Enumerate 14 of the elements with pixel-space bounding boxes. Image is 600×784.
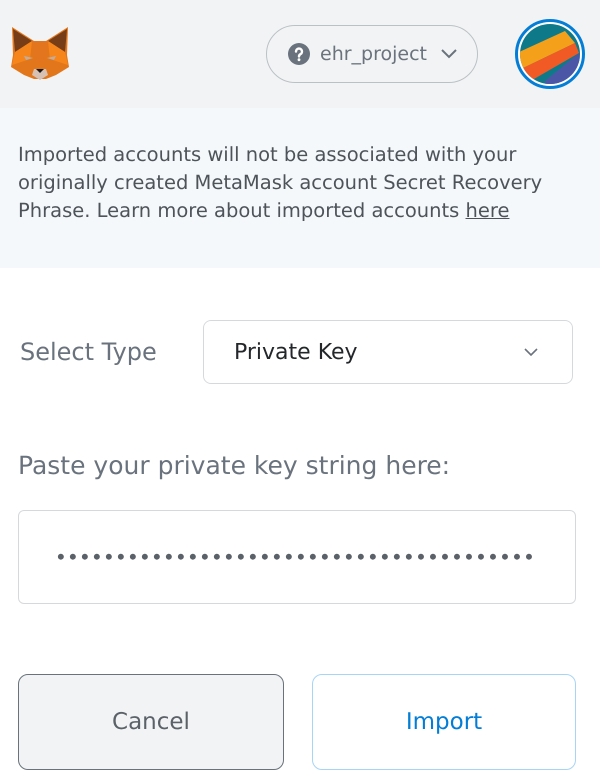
notice-text: Imported accounts will not be associated with your originally created MetaMask account Secret Recovery Phrase. Learn more about imported accounts here: [18, 142, 544, 224]
chevron-down-icon: [441, 49, 457, 59]
cancel-button[interactable]: Cancel: [18, 674, 284, 770]
key-type-dropdown[interactable]: Private Key: [203, 320, 573, 384]
fox-logo-icon: [10, 25, 70, 81]
question-mark-icon: [288, 43, 310, 65]
import-button[interactable]: Import: [312, 674, 576, 770]
learn-more-link[interactable]: here: [466, 199, 510, 222]
private-key-field[interactable]: ••••••••••••••••••••••••••••••••••••••••: [18, 510, 576, 604]
chevron-down-icon: [524, 348, 538, 356]
network-selector[interactable]: ehr_project: [266, 25, 478, 83]
private-key-label: Paste your private key string here:: [18, 451, 450, 481]
select-type-label: Select Type: [20, 338, 158, 366]
account-avatar-icon[interactable]: [515, 19, 585, 89]
